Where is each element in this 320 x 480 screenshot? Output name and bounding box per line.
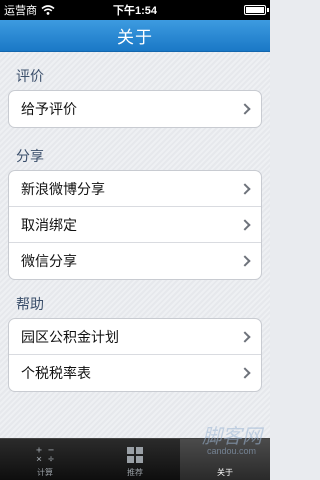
info-icon	[214, 445, 236, 465]
tab-label: 关于	[217, 468, 233, 477]
row-give-rating[interactable]: 给予评价	[9, 91, 261, 127]
row-weibo-share[interactable]: 新浪微博分享	[9, 171, 261, 207]
chevron-right-icon	[239, 367, 251, 379]
section-header-share: 分享	[16, 148, 44, 164]
settings-list[interactable]: 评价 给予评价 分享 新浪微博分享 取消绑定 微信分享 帮助 园区公积金计划 个…	[0, 52, 270, 438]
row-label: 取消绑定	[21, 216, 77, 233]
chevron-right-icon	[239, 103, 251, 115]
row-label: 给予评价	[21, 101, 77, 117]
section-header-rate: 评价	[16, 68, 44, 84]
group-help: 园区公积金计划 个税税率表	[8, 318, 262, 392]
tab-bar: + − × ÷ 计算 推荐 关于	[0, 438, 270, 480]
nav-bar: 关于	[0, 20, 270, 52]
tab-recommend[interactable]: 推荐	[90, 439, 180, 480]
row-label: 个税税率表	[21, 365, 91, 381]
group-rate: 给予评价	[8, 90, 262, 128]
tab-calculate[interactable]: + − × ÷ 计算	[0, 439, 90, 480]
row-label: 新浪微博分享	[21, 180, 105, 197]
section-header-help: 帮助	[16, 296, 44, 312]
tab-label: 计算	[37, 468, 53, 477]
battery-icon	[244, 5, 269, 15]
chevron-right-icon	[239, 330, 251, 343]
tab-label: 推荐	[127, 468, 143, 477]
page-title: 关于	[117, 28, 153, 47]
row-unbind[interactable]: 取消绑定	[9, 207, 261, 243]
calculator-icon: + − × ÷	[35, 445, 55, 465]
chevron-right-icon	[239, 182, 251, 195]
row-label: 园区公积金计划	[21, 328, 119, 345]
status-bar: 运营商 下午1:54	[0, 0, 270, 20]
tab-about[interactable]: 关于	[180, 439, 270, 480]
status-time: 下午1:54	[112, 5, 158, 17]
chevron-right-icon	[239, 218, 251, 231]
chevron-right-icon	[239, 255, 251, 267]
group-share: 新浪微博分享 取消绑定 微信分享	[8, 170, 262, 280]
row-housing-fund-plan[interactable]: 园区公积金计划	[9, 319, 261, 355]
row-wechat-share[interactable]: 微信分享	[9, 243, 261, 279]
grid-icon	[124, 445, 146, 465]
row-tax-rate-table[interactable]: 个税税率表	[9, 355, 261, 391]
row-label: 微信分享	[21, 253, 77, 269]
